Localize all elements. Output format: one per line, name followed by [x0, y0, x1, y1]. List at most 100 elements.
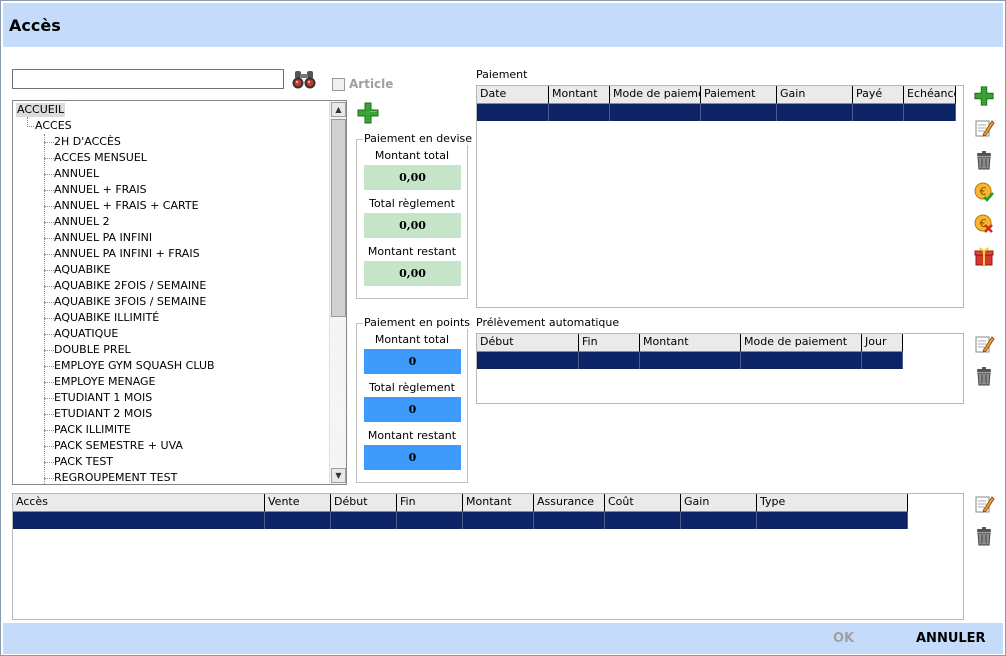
table-row[interactable]	[477, 104, 956, 121]
points-payment-group: Paiement en points Montant total 0 Total…	[356, 316, 471, 483]
tree-item[interactable]: AQUABIKE ILLIMITÉ	[54, 310, 159, 326]
column-header[interactable]: Type	[757, 494, 908, 512]
column-header[interactable]: Montant	[549, 86, 610, 104]
tree-item[interactable]: EMPLOYE GYM SQUASH CLUB	[54, 358, 215, 374]
column-header[interactable]: Mode de paiement	[610, 86, 701, 104]
table-cell[interactable]	[853, 104, 904, 121]
tree-item[interactable]: ANNUEL + FRAIS	[54, 182, 147, 198]
tree-connector	[44, 350, 54, 351]
column-header[interactable]: Echéance	[904, 86, 956, 104]
table-cell[interactable]	[331, 512, 397, 529]
column-header[interactable]: Début	[477, 334, 579, 352]
add-payment-button[interactable]	[973, 85, 995, 107]
table-cell[interactable]	[477, 352, 579, 369]
tree-node-acces[interactable]: ACCES	[35, 119, 72, 133]
binoculars-search-icon[interactable]	[291, 68, 317, 92]
column-header[interactable]: Mode de paiement	[741, 334, 862, 352]
tree-item[interactable]: AQUABIKE 2FOIS / SEMAINE	[54, 278, 206, 294]
scroll-track[interactable]	[331, 317, 346, 467]
tree-item[interactable]: ACCES MENSUEL	[54, 150, 147, 166]
tree-item[interactable]: AQUABIKE 3FOIS / SEMAINE	[54, 294, 206, 310]
column-header[interactable]: Montant	[640, 334, 741, 352]
table-cell[interactable]	[701, 104, 777, 121]
table-row[interactable]	[477, 352, 903, 369]
table-cell[interactable]	[777, 104, 853, 121]
tree-item[interactable]: ETUDIANT 1 MOIS	[54, 390, 152, 406]
column-header[interactable]: Gain	[681, 494, 757, 512]
table-cell[interactable]	[681, 512, 757, 529]
tree-item[interactable]: PACK SEMESTRE + UVA	[54, 438, 183, 454]
table-cell[interactable]	[741, 352, 862, 369]
tree-item[interactable]: ANNUEL 2	[54, 214, 110, 230]
table-cell[interactable]	[640, 352, 741, 369]
column-header[interactable]: Début	[331, 494, 397, 512]
table-row[interactable]	[13, 512, 908, 529]
scroll-thumb[interactable]	[331, 119, 346, 317]
column-header[interactable]: Paiement	[701, 86, 777, 104]
tree-scrollbar[interactable]: ▲ ▼	[329, 101, 346, 484]
cancel-payment-button[interactable]: €	[973, 213, 995, 235]
tree-item[interactable]: DOUBLE PREL	[54, 342, 131, 358]
tree-item[interactable]: ANNUEL PA INFINI	[54, 230, 152, 246]
tree-item[interactable]: ANNUEL PA INFINI + FRAIS	[54, 246, 200, 262]
validate-payment-button[interactable]: €	[973, 181, 995, 203]
tree-item[interactable]: AQUATIQUE	[54, 326, 118, 342]
edit-acces-button[interactable]	[973, 493, 995, 515]
table-cell[interactable]	[605, 512, 681, 529]
tree-item[interactable]: PACK TEST	[54, 454, 113, 470]
column-header[interactable]: Coût	[605, 494, 681, 512]
tree-item[interactable]: EMPLOYE MENAGE	[54, 374, 156, 390]
table-cell[interactable]	[13, 512, 265, 529]
table-cell[interactable]	[757, 512, 908, 529]
tree-item[interactable]: 2H D'ACCÈS	[54, 134, 121, 150]
ok-button[interactable]: OK	[833, 631, 854, 646]
delete-prelevement-button[interactable]	[973, 365, 995, 387]
column-header[interactable]: Montant	[463, 494, 534, 512]
delete-payment-button[interactable]	[973, 149, 995, 171]
column-header[interactable]: Fin	[579, 334, 640, 352]
table-cell[interactable]	[463, 512, 534, 529]
column-header[interactable]: Vente	[265, 494, 331, 512]
table-cell[interactable]	[862, 352, 903, 369]
tree-connector	[44, 222, 54, 223]
column-header[interactable]: Jour	[862, 334, 903, 352]
table-cell[interactable]	[265, 512, 331, 529]
table-cell[interactable]	[579, 352, 640, 369]
delete-acces-button[interactable]	[973, 525, 995, 547]
tree-item[interactable]: REGROUPEMENT TEST	[54, 470, 177, 484]
table-cell[interactable]	[397, 512, 463, 529]
tree-item[interactable]: ANNUEL	[54, 166, 99, 182]
scroll-down-arrow-icon[interactable]: ▼	[331, 468, 346, 483]
article-checkbox[interactable]	[332, 78, 345, 91]
add-access-button[interactable]	[356, 101, 380, 125]
devise-group-title: Paiement en devise	[363, 132, 474, 145]
acces-table[interactable]: Accès Vente Début Fin Montant Assurance Coût Ga…	[12, 493, 964, 620]
scroll-up-arrow-icon[interactable]: ▲	[331, 102, 346, 117]
edit-payment-button[interactable]	[973, 117, 995, 139]
column-header[interactable]: Fin	[397, 494, 463, 512]
tree-connector	[44, 382, 54, 383]
column-header[interactable]: Assurance	[534, 494, 605, 512]
access-tree[interactable]: ACCUEIL ACCES 2H D'ACCÈS ACCES MENSUEL ANN…	[12, 100, 347, 485]
search-input[interactable]	[12, 69, 284, 89]
tree-item[interactable]: ETUDIANT 2 MOIS	[54, 406, 152, 422]
prelevement-table[interactable]: Début Fin Montant Mode de paiement Jour	[476, 333, 964, 404]
column-header[interactable]: Date	[477, 86, 549, 104]
table-cell[interactable]	[477, 104, 549, 121]
tree-item[interactable]: PACK ILLIMITE	[54, 422, 131, 438]
tree-item[interactable]: ANNUEL + FRAIS + CARTE	[54, 198, 199, 214]
paiement-table[interactable]: DateMontantMode de paiementPaiementGainP…	[476, 85, 964, 308]
table-cell[interactable]	[549, 104, 610, 121]
column-header[interactable]: Gain	[777, 86, 853, 104]
edit-prelevement-button[interactable]	[973, 333, 995, 355]
table-cell[interactable]	[610, 104, 701, 121]
tree-root-accueil[interactable]: ACCUEIL	[16, 103, 66, 117]
tree-connector	[44, 158, 54, 159]
column-header[interactable]: Payé	[853, 86, 904, 104]
cancel-button[interactable]: ANNULER	[916, 631, 986, 646]
column-header[interactable]: Accès	[13, 494, 265, 512]
tree-item[interactable]: AQUABIKE	[54, 262, 111, 278]
table-cell[interactable]	[534, 512, 605, 529]
gift-button[interactable]	[973, 245, 995, 267]
table-cell[interactable]	[904, 104, 956, 121]
